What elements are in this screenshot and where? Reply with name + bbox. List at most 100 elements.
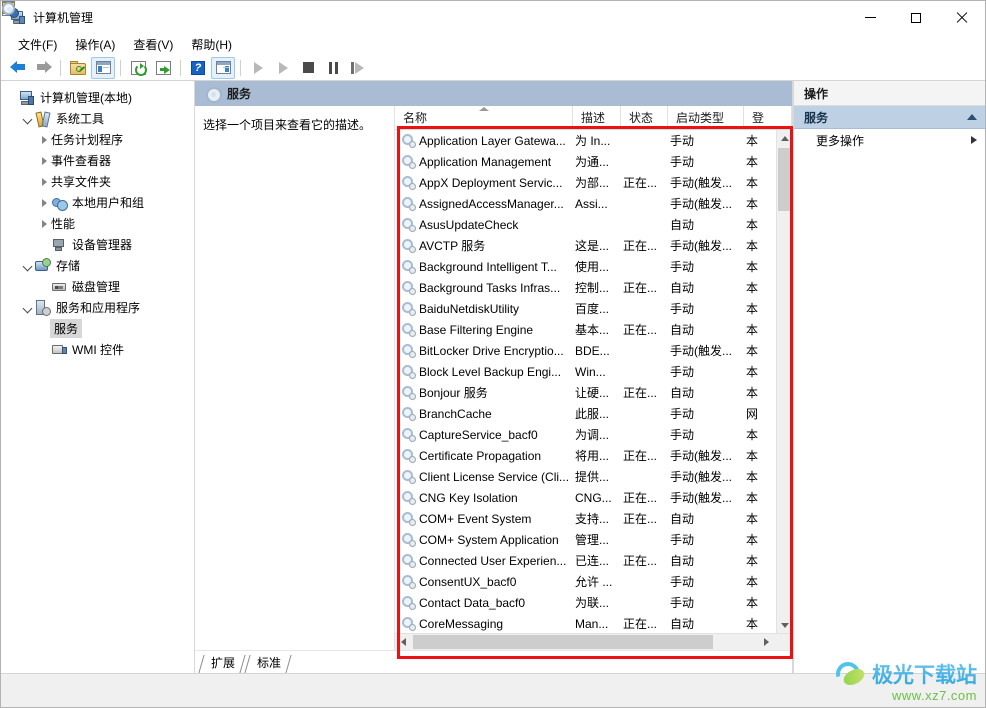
tree-item-7[interactable]: 设备管理器 xyxy=(1,234,194,255)
menu-action[interactable]: 操作(A) xyxy=(66,34,124,55)
stop-service-button[interactable] xyxy=(296,57,320,79)
resume-service-button[interactable] xyxy=(271,57,295,79)
cell-startup-type: 手动(触发... xyxy=(670,344,732,358)
cell-name: AssignedAccessManager... xyxy=(395,196,573,211)
table-row[interactable]: Application Management 为通... 手动本 xyxy=(395,151,792,172)
show-action-pane-button[interactable] xyxy=(211,56,235,79)
table-row[interactable]: Application Layer Gatewa... 为 In... 手动本 xyxy=(395,130,792,151)
chevron-down-icon[interactable] xyxy=(21,115,35,123)
forward-button[interactable] xyxy=(31,57,55,79)
chevron-up-icon[interactable] xyxy=(967,114,977,120)
table-row[interactable]: Connected User Experien... 已连... 正在... 自动本 xyxy=(395,550,792,571)
table-row[interactable]: CoreMessaging Man... 正在... 自动本 xyxy=(395,613,792,633)
tree-item-9[interactable]: 磁盘管理 xyxy=(1,276,194,297)
restart-service-button[interactable] xyxy=(346,57,370,79)
service-name: COM+ Event System xyxy=(419,511,532,526)
action-more[interactable]: 更多操作 xyxy=(794,129,985,151)
table-row[interactable]: BitLocker Drive Encryptio... BDE... 手动(触发.… xyxy=(395,340,792,361)
pause-service-button[interactable] xyxy=(321,57,345,79)
menu-help[interactable]: 帮助(H) xyxy=(182,34,241,55)
chevron-right-icon[interactable] xyxy=(37,198,51,207)
chevron-down-icon xyxy=(781,622,789,628)
hscroll-right-button[interactable] xyxy=(758,634,775,650)
table-row[interactable]: CNG Key Isolation CNG... 正在... 手动(触发... 本 xyxy=(395,487,792,508)
table-row[interactable]: Block Level Backup Engi... Win... 手动本 xyxy=(395,361,792,382)
tree-item-10[interactable]: 服务和应用程序 xyxy=(1,297,194,318)
vscroll-down-button[interactable] xyxy=(777,617,792,633)
show-hide-tree-button[interactable] xyxy=(91,56,115,79)
column-header-status[interactable]: 状态 xyxy=(621,106,668,129)
cell-name: CoreMessaging xyxy=(395,616,573,631)
help-button[interactable]: ? xyxy=(186,57,210,79)
column-header-logon-as[interactable]: 登 xyxy=(744,106,792,129)
tab-standard[interactable]: 标准 xyxy=(245,653,291,673)
tree-item-12[interactable]: WMI 控件 xyxy=(1,339,194,360)
back-button[interactable] xyxy=(6,57,30,79)
cell-startup-type: 手动 xyxy=(670,260,695,274)
tree-item-1[interactable]: 系统工具 xyxy=(1,108,194,129)
table-row[interactable]: Background Tasks Infras... 控制... 正在... 自动本 xyxy=(395,277,792,298)
table-row[interactable]: AssignedAccessManager... Assi... 手动(触发... 本 xyxy=(395,193,792,214)
help-icon: ? xyxy=(191,60,205,75)
start-service-button[interactable] xyxy=(246,57,270,79)
up-folder-button[interactable] xyxy=(66,57,90,79)
chevron-right-icon[interactable] xyxy=(37,219,51,228)
chevron-down-icon[interactable] xyxy=(21,304,35,312)
actions-group-services[interactable]: 服务 xyxy=(794,106,985,129)
console-tree[interactable]: 计算机管理(本地) 系统工具 任务计划程序 事件查看器 共享文件夹 本地用户和组 性能 设备管… xyxy=(1,1,195,673)
table-row[interactable]: AVCTP 服务 这是... 正在... 手动(触发... 本 xyxy=(395,235,792,256)
tree-item-0[interactable]: 计算机管理(本地) xyxy=(1,87,194,108)
column-header-name[interactable]: 名称 xyxy=(395,106,573,129)
chevron-right-icon[interactable] xyxy=(37,177,51,186)
table-row[interactable]: AppX Deployment Servic... 为部... 正在... 手动(触发… xyxy=(395,172,792,193)
export-list-button[interactable] xyxy=(151,57,175,79)
table-row[interactable]: COM+ System Application 管理... 手动本 xyxy=(395,529,792,550)
chevron-right-icon[interactable] xyxy=(37,135,51,144)
hscroll-thumb[interactable] xyxy=(413,635,713,649)
table-row[interactable]: BranchCache 此服... 手动网 xyxy=(395,403,792,424)
tree-item-3[interactable]: 事件查看器 xyxy=(1,1,194,171)
vscroll-track[interactable] xyxy=(777,146,792,617)
tree-item-11[interactable]: 服务 xyxy=(1,2,194,339)
table-row[interactable]: Contact Data_bacf0 为联... 手动本 xyxy=(395,592,792,613)
column-header-startup-type[interactable]: 启动类型 xyxy=(668,106,744,129)
column-header-status-label: 状态 xyxy=(629,111,654,125)
table-row[interactable]: COM+ Event System 支持... 正在... 自动本 xyxy=(395,508,792,529)
hscroll-left-button[interactable] xyxy=(395,634,412,650)
menu-file[interactable]: 文件(F) xyxy=(9,34,66,55)
minimize-button[interactable] xyxy=(847,1,893,34)
table-row[interactable]: Background Intelligent T... 使用... 手动本 xyxy=(395,256,792,277)
service-name: BitLocker Drive Encryptio... xyxy=(419,343,564,358)
table-row[interactable]: Base Filtering Engine 基本... 正在... 自动本 xyxy=(395,319,792,340)
list-vertical-scrollbar[interactable] xyxy=(776,130,792,633)
table-row[interactable]: Bonjour 服务 让硬... 正在... 自动本 xyxy=(395,382,792,403)
vscroll-up-button[interactable] xyxy=(777,130,792,146)
list-horizontal-scrollbar[interactable] xyxy=(395,633,792,650)
tree-item-2[interactable]: 任务计划程序 xyxy=(1,2,194,150)
maximize-button[interactable] xyxy=(893,1,939,34)
table-row[interactable]: AsusUpdateCheck 自动本 xyxy=(395,214,792,235)
refresh-button[interactable] xyxy=(126,57,150,79)
cell-description: 将用... xyxy=(575,449,610,463)
vscroll-thumb[interactable] xyxy=(778,148,791,211)
chevron-down-icon[interactable] xyxy=(21,262,35,270)
table-row[interactable]: ConsentUX_bacf0 允许 ... 手动本 xyxy=(395,571,792,592)
tree-item-8[interactable]: 存储 xyxy=(1,255,194,276)
tree-item-6[interactable]: 性能 xyxy=(1,2,194,234)
column-header-description[interactable]: 描述 xyxy=(573,106,621,129)
table-row[interactable]: Client License Service (Cli... 提供... 手动(触发… xyxy=(395,466,792,487)
services-list-wrapper: 名称 描述 状态 启动类型 登 Application Layer Gatewa… xyxy=(395,106,792,650)
tree-item-4[interactable]: 共享文件夹 xyxy=(1,2,194,192)
tree-item-5[interactable]: 本地用户和组 xyxy=(1,192,194,213)
close-button[interactable] xyxy=(939,1,985,34)
cell-name: Block Level Backup Engi... xyxy=(395,364,573,379)
tab-extended[interactable]: 扩展 xyxy=(199,653,245,673)
services-list-body[interactable]: Application Layer Gatewa... 为 In... 手动本 App… xyxy=(395,130,792,633)
table-row[interactable]: BaiduNetdiskUtility 百度... 手动本 xyxy=(395,298,792,319)
column-header-name-label: 名称 xyxy=(403,111,428,125)
table-row[interactable]: CaptureService_bacf0 为调... 手动本 xyxy=(395,424,792,445)
tree-item-label: 服务 xyxy=(50,319,83,338)
chevron-right-icon[interactable] xyxy=(37,156,51,165)
table-row[interactable]: Certificate Propagation 将用... 正在... 手动(触发..… xyxy=(395,445,792,466)
menu-view[interactable]: 查看(V) xyxy=(124,34,182,55)
